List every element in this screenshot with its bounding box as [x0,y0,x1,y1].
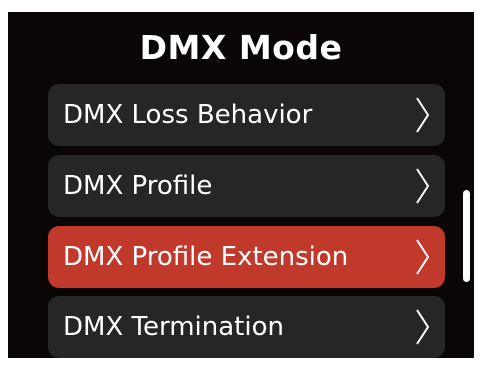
menu-item-dmx-termination[interactable]: DMX Termination [48,296,445,358]
menu-item-dmx-loss-behavior[interactable]: DMX Loss Behavior [48,84,445,146]
chevron-right-icon [415,238,431,276]
page-title: DMX Mode [139,28,343,67]
scrollbar-thumb[interactable] [463,190,470,282]
chevron-right-icon [415,96,431,134]
chevron-right-icon [415,167,431,205]
menu-item-dmx-profile-extension[interactable]: DMX Profile Extension [48,226,445,288]
menu-item-label: DMX Termination [63,312,284,342]
menu-item-label: DMX Profile Extension [63,242,349,272]
dmx-mode-screen: DMX Mode DMX Loss Behavior DMX Profile D… [8,12,474,358]
chevron-right-icon [415,308,431,346]
menu-item-label: DMX Loss Behavior [63,100,313,130]
menu-item-dmx-profile[interactable]: DMX Profile [48,155,445,217]
menu-item-label: DMX Profile [63,171,213,201]
